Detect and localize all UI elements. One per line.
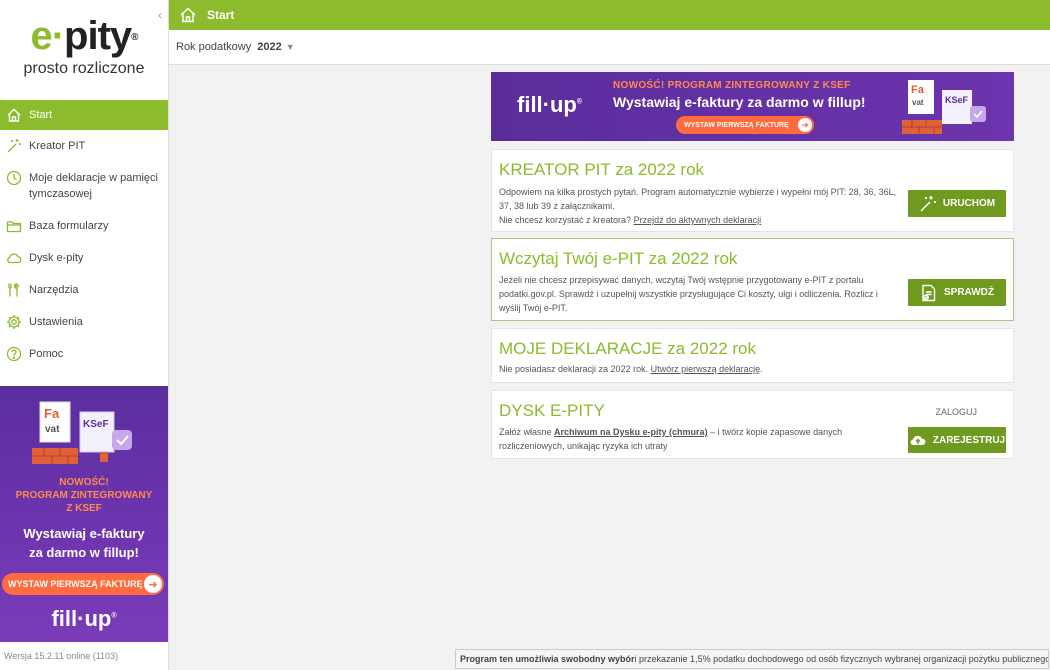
promo-cta-label: WYSTAW PIERWSZĄ FAKTURĘ	[8, 579, 143, 589]
archive-link[interactable]: Archiwum na Dysku e-pity (chmura)	[554, 427, 708, 437]
create-first-declaration-link[interactable]: Utwórz pierwszą deklarację	[651, 364, 761, 374]
sidebar-item-label: Moje deklaracje w pamięci tymczasowej	[29, 172, 158, 200]
sidebar-item-label: Kreator PIT	[29, 140, 86, 152]
sidebar-promo-fillup[interactable]: Fa vat KSeF NOWOŚĆ! PROGRAM ZINTEGROWANY…	[0, 386, 168, 642]
sidebar-item-label: Ustawienia	[29, 316, 83, 328]
zaloguj-link[interactable]: ZALOGUJ	[935, 407, 977, 417]
footer-note-bold: Program ten umożliwia swobodny wybór	[460, 654, 635, 664]
fillup-logo: fill·up	[51, 606, 112, 631]
button-label: SPRAWDŹ	[944, 287, 994, 298]
top-bar: Start	[169, 0, 1050, 30]
fillup-reg: ®	[111, 612, 117, 620]
chevron-down-icon[interactable]: ▼	[286, 42, 295, 52]
magic-wand-icon	[920, 195, 936, 212]
banner-cta-label: WYSTAW PIERWSZĄ FAKTURĘ	[684, 121, 789, 129]
tax-year-select[interactable]: 2022	[257, 41, 281, 53]
sidebar-item-label: Dysk e-pity	[29, 252, 84, 264]
logo-e: e	[30, 14, 52, 58]
sidebar-item-dysk[interactable]: Dysk e-pity	[0, 242, 168, 274]
document-check-icon	[922, 284, 936, 301]
sidebar-item-kreator[interactable]: Kreator PIT	[0, 130, 168, 162]
card-wczytaj-epit: Wczytaj Twój e-PIT za 2022 rok Jeżeli ni…	[491, 238, 1014, 321]
card-description: Jeżeli nie chcesz przepisywać danych, wc…	[499, 275, 878, 313]
card-dysk-epity: DYSK E-PITY Załóż własne Archiwum na Dys…	[491, 390, 1014, 459]
sidebar-nav: Start Kreator PIT Moje deklaracje w pami…	[0, 100, 168, 370]
footer-note-text: i przekazanie 1,5% podatku dochodowego o…	[634, 654, 1049, 664]
banner-line2: Wystawiaj e-faktury za darmo w fillup!	[613, 94, 866, 110]
arrow-right-icon: ➜	[798, 118, 812, 132]
art-fa: Fa	[44, 406, 60, 421]
uruchom-button[interactable]: URUCHOM	[908, 190, 1006, 217]
fillup-reg: ®	[576, 98, 583, 106]
arrow-right-icon: ➜	[144, 575, 162, 593]
logo-pity: pity	[64, 14, 132, 58]
sprawdz-button[interactable]: SPRAWDŹ	[908, 279, 1006, 306]
home-icon	[6, 107, 22, 123]
card-title: Wczytaj Twój e-PIT za 2022 rok	[499, 249, 738, 268]
opp-footer-note: Program ten umożliwia swobodny wybór i p…	[455, 649, 1049, 669]
home-icon[interactable]	[179, 6, 197, 24]
promo-head-line1: Wystawiaj e-faktury	[23, 526, 145, 541]
sidebar: e·pity® prosto rozliczone ‹ Start Kreato…	[0, 0, 169, 670]
card-kreator-pit: KREATOR PIT za 2022 rok Odpowiem na kilk…	[491, 149, 1014, 232]
art-ksef: KSeF	[945, 95, 969, 105]
tax-year-label: Rok podatkowy	[176, 41, 252, 53]
promo-head-line2: za darmo w fillup!	[29, 545, 139, 560]
sidebar-item-narzedzia[interactable]: Narzędzia	[0, 274, 168, 306]
folder-icon	[6, 218, 22, 234]
fillup-logo: fill·up	[517, 92, 577, 117]
app-logo[interactable]: e·pity® prosto rozliczone ‹	[0, 0, 168, 100]
sidebar-item-label: Pomoc	[29, 348, 64, 360]
active-declarations-link[interactable]: Przejdź do aktywnych deklaracji	[634, 215, 762, 225]
card-moje-deklaracje: MOJE DEKLARACJE za 2022 rok Nie posiadas…	[491, 328, 1014, 383]
cloud-icon	[6, 250, 22, 266]
banner-cta-button[interactable]: WYSTAW PIERWSZĄ FAKTURĘ ➜	[676, 116, 814, 134]
gear-icon	[6, 314, 22, 330]
logo-reg: ®	[131, 32, 138, 43]
art-vat: vat	[45, 424, 60, 435]
art-fa: Fa	[911, 84, 925, 96]
banner-line1: NOWOŚĆ! PROGRAM ZINTEGROWANY Z KSEF	[613, 80, 851, 91]
magic-wand-icon	[6, 138, 22, 154]
art-ksef: KSeF	[83, 419, 109, 430]
card-description: Odpowiem na kilka prostych pytań. Progra…	[499, 187, 897, 211]
card-title: DYSK E-PITY	[499, 401, 605, 420]
sidebar-item-moje-deklaracje[interactable]: Moje deklaracje w pamięci tymczasowej	[0, 162, 168, 210]
card-description: Nie posiadasz deklaracji za 2022 rok.	[499, 364, 651, 374]
sidebar-item-label: Baza formularzy	[29, 220, 109, 232]
sidebar-item-pomoc[interactable]: Pomoc	[0, 338, 168, 370]
card-description-2: Nie chcesz korzystać z kreatora?	[499, 215, 634, 225]
promo-program-line2: Z KSEF	[66, 503, 102, 514]
zarejestruj-button[interactable]: ZAREJESTRUJ	[908, 427, 1006, 453]
sidebar-item-label: Narzędzia	[29, 284, 79, 296]
cloud-upload-icon	[910, 435, 926, 446]
promo-program-line1: PROGRAM ZINTEGROWANY	[15, 490, 153, 501]
card-description: Załóż własne	[499, 427, 555, 437]
card-description-suffix: .	[760, 364, 763, 374]
fillup-banner[interactable]: fill·up® NOWOŚĆ! PROGRAM ZINTEGROWANY Z …	[491, 72, 1014, 141]
sidebar-item-baza[interactable]: Baza formularzy	[0, 210, 168, 242]
sidebar-item-label: Start	[29, 109, 53, 121]
tools-icon	[6, 282, 22, 298]
sidebar-item-ustawienia[interactable]: Ustawienia	[0, 306, 168, 338]
page-title: Start	[207, 8, 235, 22]
version-label: Wersja 15.2.11 online (1103)	[4, 651, 119, 661]
ksef-illustration: Fa vat KSeF	[32, 401, 132, 464]
card-title: KREATOR PIT za 2022 rok	[499, 160, 705, 179]
promo-nowosci: NOWOŚĆ!	[59, 477, 109, 488]
help-icon	[6, 346, 22, 362]
button-label: URUCHOM	[942, 198, 996, 209]
sidebar-item-start[interactable]: Start	[0, 100, 168, 130]
card-title: MOJE DEKLARACJE za 2022 rok	[499, 339, 756, 358]
logo-tagline: prosto rozliczone	[23, 60, 145, 77]
art-vat: vat	[912, 98, 924, 107]
sidebar-collapse-icon[interactable]: ‹	[158, 8, 162, 22]
promo-cta-button[interactable]: WYSTAW PIERWSZĄ FAKTURĘ ➜	[2, 573, 164, 595]
button-label: ZAREJESTRUJ	[932, 434, 1006, 446]
ksef-illustration: Fa vat KSeF	[902, 80, 986, 134]
clock-icon	[6, 170, 22, 186]
tax-year-bar: Rok podatkowy 2022 ▼	[169, 30, 1050, 65]
